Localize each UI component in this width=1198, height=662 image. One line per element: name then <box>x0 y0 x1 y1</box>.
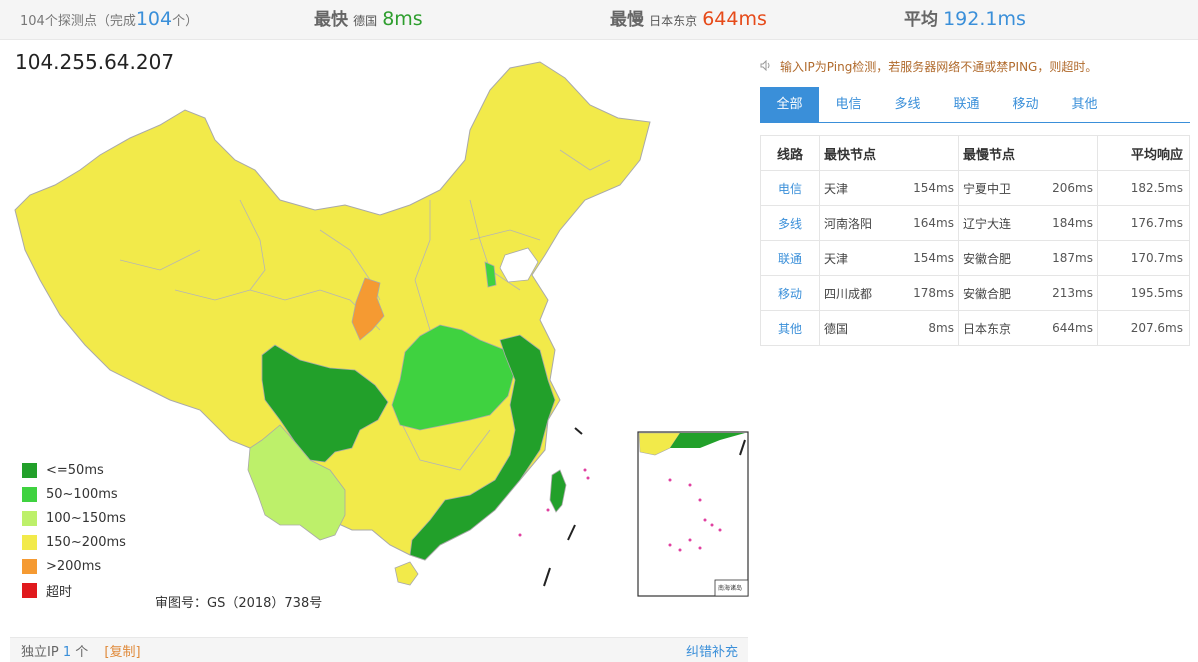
fastest-value: 8ms <box>382 8 423 30</box>
legend-swatch <box>22 510 37 526</box>
legend-label: >200ms <box>46 558 102 574</box>
probe-prefix: 104个探测点（完成 <box>20 14 136 29</box>
fastest-summary: 最快 德国 8ms <box>314 0 423 40</box>
slowest-location: 日本东京 <box>649 14 698 28</box>
row-fast-node: 天津 <box>819 240 895 276</box>
row-fast-node: 德国 <box>819 310 895 346</box>
slowest-label: 最慢 <box>610 10 644 30</box>
row-fast-node: 河南洛阳 <box>819 205 895 241</box>
notice-text: 输入IP为Ping检测，若服务器网络不通或禁PING，则超时。 <box>780 60 1098 74</box>
row-fast-node: 四川成都 <box>819 275 895 311</box>
unique-ip-label: 独立IP <box>21 645 59 660</box>
row-slow-node: 宁夏中卫 <box>957 170 1034 206</box>
legend-swatch <box>22 534 37 550</box>
map-region-hainan[interactable] <box>394 561 419 586</box>
table-row: 电信 天津 154ms 宁夏中卫 206ms 182.5ms <box>760 170 1190 206</box>
col-fastest: 最快节点 <box>819 135 959 171</box>
row-line[interactable]: 联通 <box>760 240 820 276</box>
row-slow-ms: 184ms <box>1033 205 1099 241</box>
legend-label: 50~100ms <box>46 486 118 502</box>
summary-bar: 104个探测点（完成104个） 最快 德国 8ms 最慢 日本东京 644ms … <box>0 0 1198 40</box>
tab-other[interactable]: 其他 <box>1055 87 1114 123</box>
tab-multiline[interactable]: 多线 <box>878 87 937 123</box>
col-line: 线路 <box>760 135 820 171</box>
legend-swatch <box>22 558 37 574</box>
row-slow-node: 安徽合肥 <box>957 275 1034 311</box>
row-slow-ms: 206ms <box>1033 170 1099 206</box>
correction-link[interactable]: 纠错补充 <box>686 638 738 662</box>
legend-label: <=50ms <box>46 462 104 478</box>
copy-button[interactable]: [复制] <box>104 645 140 660</box>
legend-item: 超时 <box>22 578 126 602</box>
row-slow-ms: 187ms <box>1033 240 1099 276</box>
row-fast-ms: 178ms <box>894 275 959 311</box>
row-slow-node: 日本东京 <box>957 310 1034 346</box>
legend-label: 100~150ms <box>46 510 126 526</box>
probe-done: 104 <box>135 8 173 30</box>
row-line[interactable]: 电信 <box>760 170 820 206</box>
legend-swatch <box>22 582 37 598</box>
isp-result-table: 线路 最快节点 最慢节点 平均响应 电信 天津 154ms 宁夏中卫 206ms… <box>760 135 1190 346</box>
speaker-icon <box>760 59 772 74</box>
row-avg: 207.6ms <box>1097 310 1190 346</box>
row-fast-ms: 164ms <box>894 205 959 241</box>
legend-item: 100~150ms <box>22 506 126 530</box>
average-label: 平均 <box>904 10 938 30</box>
fastest-label: 最快 <box>314 10 348 30</box>
inset-caption: 南海诸岛 <box>718 584 742 592</box>
map-audit-number: 审图号：GS（2018）738号 <box>155 596 323 611</box>
row-avg: 195.5ms <box>1097 275 1190 311</box>
average-value: 192.1ms <box>943 8 1026 30</box>
slowest-value: 644ms <box>702 8 767 30</box>
row-avg: 176.7ms <box>1097 205 1190 241</box>
row-fast-node: 天津 <box>819 170 895 206</box>
isp-tabs: 全部 电信 多线 联通 移动 其他 <box>760 87 1190 123</box>
col-slowest: 最慢节点 <box>957 135 1099 171</box>
ip-footer: 独立IP 1 个 [复制] 纠错补充 <box>10 637 748 662</box>
row-slow-node: 辽宁大连 <box>957 205 1034 241</box>
row-avg: 170.7ms <box>1097 240 1190 276</box>
row-line[interactable]: 移动 <box>760 275 820 311</box>
latency-legend: <=50ms 50~100ms 100~150ms 150~200ms >200… <box>22 458 126 602</box>
table-row: 移动 四川成都 178ms 安徽合肥 213ms 195.5ms <box>760 275 1190 311</box>
row-slow-node: 安徽合肥 <box>957 240 1034 276</box>
legend-item: 50~100ms <box>22 482 126 506</box>
row-avg: 182.5ms <box>1097 170 1190 206</box>
south-sea-inset <box>637 431 749 597</box>
tab-mobile[interactable]: 移动 <box>996 87 1055 123</box>
legend-swatch <box>22 486 37 502</box>
row-fast-ms: 154ms <box>894 170 959 206</box>
ping-notice: 输入IP为Ping检测，若服务器网络不通或禁PING，则超时。 <box>760 58 1097 75</box>
probe-suffix: 个） <box>172 14 199 29</box>
legend-item: 150~200ms <box>22 530 126 554</box>
map-region-taiwan[interactable] <box>549 469 567 513</box>
legend-label: 超时 <box>46 584 73 600</box>
table-row: 多线 河南洛阳 164ms 辽宁大连 184ms 176.7ms <box>760 205 1190 241</box>
unique-ip-unit: 个 <box>75 645 89 660</box>
legend-item: >200ms <box>22 554 126 578</box>
probe-count: 104个探测点（完成104个） <box>20 0 198 40</box>
average-summary: 平均 192.1ms <box>904 0 1026 40</box>
unique-ip-count: 1 <box>62 645 72 660</box>
table-row: 其他 德国 8ms 日本东京 644ms 207.6ms <box>760 310 1190 346</box>
tab-all[interactable]: 全部 <box>760 87 819 123</box>
legend-item: <=50ms <box>22 458 126 482</box>
col-average: 平均响应 <box>1097 135 1190 171</box>
slowest-summary: 最慢 日本东京 644ms <box>610 0 767 40</box>
tab-telecom[interactable]: 电信 <box>819 87 878 123</box>
table-header-row: 线路 最快节点 最慢节点 平均响应 <box>760 135 1190 171</box>
legend-swatch <box>22 462 37 478</box>
row-fast-ms: 154ms <box>894 240 959 276</box>
fastest-location: 德国 <box>353 14 378 28</box>
row-line[interactable]: 其他 <box>760 310 820 346</box>
row-slow-ms: 644ms <box>1033 310 1099 346</box>
row-line[interactable]: 多线 <box>760 205 820 241</box>
row-slow-ms: 213ms <box>1033 275 1099 311</box>
legend-label: 150~200ms <box>46 534 126 550</box>
tab-unicom[interactable]: 联通 <box>937 87 996 123</box>
row-fast-ms: 8ms <box>894 310 959 346</box>
table-row: 联通 天津 154ms 安徽合肥 187ms 170.7ms <box>760 240 1190 276</box>
